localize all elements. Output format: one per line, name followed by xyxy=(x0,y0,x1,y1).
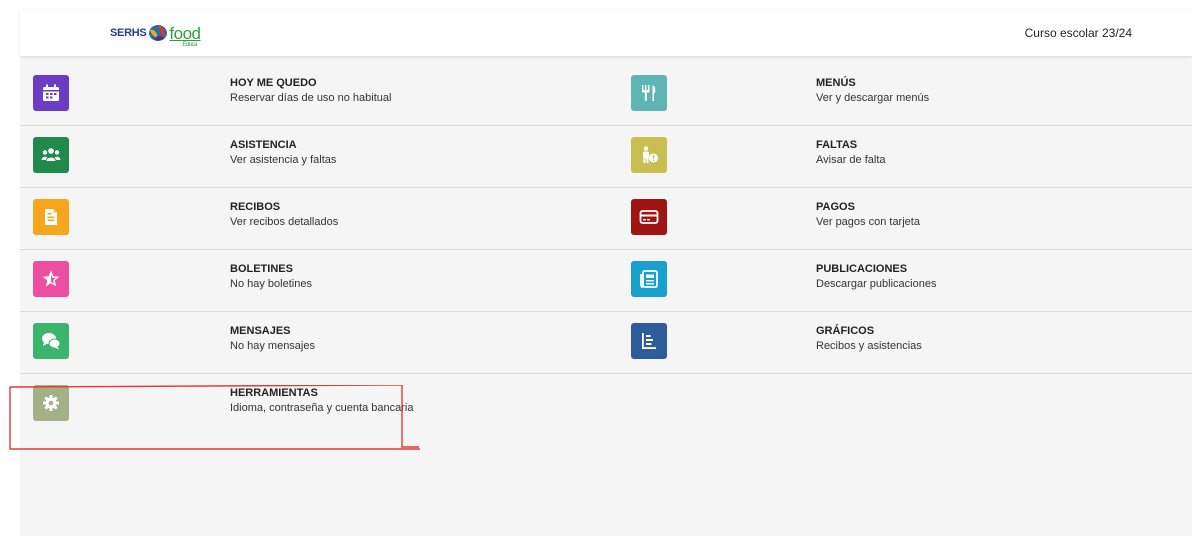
menu-item-text: MENÚS Ver y descargar menús xyxy=(816,76,929,105)
menu-item-title: RECIBOS xyxy=(230,201,281,213)
users-icon xyxy=(41,148,61,161)
page: SERHS food Educa Curso escolar 23/24 HOY… xyxy=(9,10,1192,536)
menu-item-asistencia[interactable]: ASISTENCIA Ver asistencia y faltas xyxy=(20,126,580,188)
menu-item-title: PUBLICACIONES xyxy=(816,263,908,275)
menu-icon-tile xyxy=(631,261,667,297)
menu-icon-tile xyxy=(33,199,69,235)
menu-row: MENSAJES No hay mensajes GRÁFICOS Recibo… xyxy=(20,312,1192,374)
menu-icon-tile xyxy=(33,261,69,297)
menu-item-title: PAGOS xyxy=(816,201,855,213)
menu-item-text: FALTAS Avisar de falta xyxy=(816,138,886,167)
menu-item-subtitle: Ver asistencia y faltas xyxy=(230,154,337,166)
menu-item-subtitle: Recibos y asistencias xyxy=(816,340,922,352)
menu-row: HOY ME QUEDO Reservar días de uso no hab… xyxy=(20,64,1192,126)
school-year-label: Curso escolar 23/24 xyxy=(1024,26,1132,40)
menu-item-boletines[interactable]: BOLETINES No hay boletines xyxy=(20,250,580,312)
menu-item-menus[interactable]: MENÚS Ver y descargar menús xyxy=(620,64,1180,126)
menu-icon-tile xyxy=(631,323,667,359)
credit-card-icon xyxy=(639,210,659,224)
menu-item-publicaciones[interactable]: PUBLICACIONES Descargar publicaciones xyxy=(620,250,1180,312)
menu-item-graficos[interactable]: GRÁFICOS Recibos y asistencias xyxy=(620,312,1180,374)
menu-item-subtitle: Ver pagos con tarjeta xyxy=(816,216,920,228)
menu-item-subtitle: Descargar publicaciones xyxy=(816,278,937,290)
menu-row: RECIBOS Ver recibos detallados PAGOS Ver… xyxy=(20,188,1192,250)
logo-serhs-text: SERHS xyxy=(110,27,147,39)
menu-item-herramientas[interactable]: HERRAMIENTAS Idioma, contraseña y cuenta… xyxy=(20,374,580,436)
menu-item-faltas[interactable]: FALTAS Avisar de falta xyxy=(620,126,1180,188)
menu-icon-tile xyxy=(33,75,69,111)
menu-item-subtitle: Ver recibos detallados xyxy=(230,216,339,228)
menu-icon-tile xyxy=(631,199,667,235)
menu-item-text: HERRAMIENTAS Idioma, contraseña y cuenta… xyxy=(230,386,413,415)
menu-item-text: RECIBOS Ver recibos detallados xyxy=(230,200,338,229)
menu-row: HERRAMIENTAS Idioma, contraseña y cuenta… xyxy=(20,374,1192,436)
chart-icon xyxy=(642,333,656,349)
newspaper-icon xyxy=(640,270,658,288)
gear-icon xyxy=(43,395,59,411)
menu-item-text: PUBLICACIONES Descargar publicaciones xyxy=(816,262,936,291)
menu-item-pagos[interactable]: PAGOS Ver pagos con tarjeta xyxy=(620,188,1180,250)
menu-item-text: MENSAJES No hay mensajes xyxy=(230,324,315,353)
menu-item-subtitle: Idioma, contraseña y cuenta bancaria xyxy=(230,402,414,414)
menu-item-title: GRÁFICOS xyxy=(816,325,875,337)
header-bar: SERHS food Educa Curso escolar 23/24 xyxy=(20,10,1192,56)
menu-item-mensajes[interactable]: MENSAJES No hay mensajes xyxy=(20,312,580,374)
star-bulletin-icon xyxy=(42,270,60,287)
logo-leaf-icon xyxy=(149,25,168,41)
menu-item-title: HOY ME QUEDO xyxy=(230,77,317,89)
menu-item-subtitle: Avisar de falta xyxy=(816,154,886,166)
menu-item-title: ASISTENCIA xyxy=(230,139,297,151)
menu-item-subtitle: Ver y descargar menús xyxy=(816,92,930,104)
menu-item-subtitle: No hay boletines xyxy=(230,278,312,290)
cutlery-icon xyxy=(642,85,656,101)
menu-item-hoy-me-quedo[interactable]: HOY ME QUEDO Reservar días de uso no hab… xyxy=(20,64,580,126)
menu-item-title: BOLETINES xyxy=(230,263,293,275)
menu-icon-tile xyxy=(33,323,69,359)
menu-item-recibos[interactable]: RECIBOS Ver recibos detallados xyxy=(20,188,580,250)
serhs-food-logo[interactable]: SERHS food Educa xyxy=(110,21,201,48)
menu-item-text: BOLETINES No hay boletines xyxy=(230,262,312,291)
logo-food-text: food Educa xyxy=(169,23,201,48)
menu-item-text: ASISTENCIA Ver asistencia y faltas xyxy=(230,138,336,167)
menu-icon-tile xyxy=(33,137,69,173)
absence-icon xyxy=(643,146,658,163)
menu-item-text: GRÁFICOS Recibos y asistencias xyxy=(816,324,922,353)
menu-item-title: MENSAJES xyxy=(230,325,291,337)
menu-item-title: HERRAMIENTAS xyxy=(230,387,318,399)
calendar-icon xyxy=(43,84,59,101)
logo-educa-text: Educa xyxy=(182,41,197,48)
menu-grid: HOY ME QUEDO Reservar días de uso no hab… xyxy=(20,64,1192,436)
menu-item-text: PAGOS Ver pagos con tarjeta xyxy=(816,200,920,229)
menu-icon-tile xyxy=(33,385,69,421)
chat-bubbles-icon xyxy=(42,333,61,350)
menu-item-text: HOY ME QUEDO Reservar días de uso no hab… xyxy=(230,76,391,105)
receipt-icon xyxy=(45,209,57,225)
menu-icon-tile xyxy=(631,137,667,173)
menu-item-subtitle: No hay mensajes xyxy=(230,340,315,352)
menu-row: ASISTENCIA Ver asistencia y faltas FALTA… xyxy=(20,126,1192,188)
menu-item-title: FALTAS xyxy=(816,139,858,151)
menu-item-title: MENÚS xyxy=(816,77,856,89)
menu-icon-tile xyxy=(631,75,667,111)
menu-item-subtitle: Reservar días de uso no habitual xyxy=(230,92,392,104)
menu-row: BOLETINES No hay boletines PUBLICACIONES xyxy=(20,250,1192,312)
